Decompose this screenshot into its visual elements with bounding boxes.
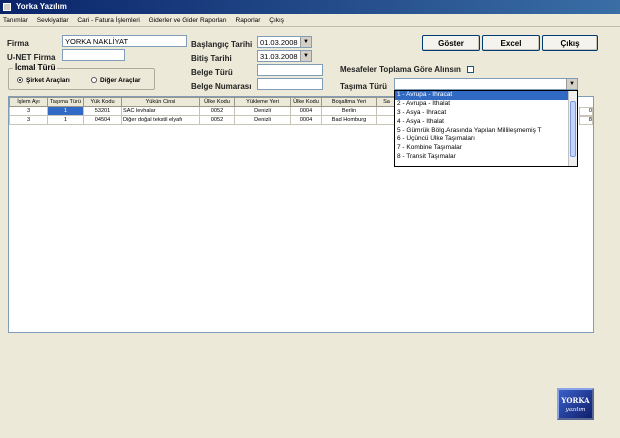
dropdown-option[interactable]: 4 - Asya - İthalat — [395, 118, 577, 127]
dropdown-option[interactable]: 1 - Avrupa - İhracat — [395, 91, 577, 100]
cikis-button[interactable]: Çıkış — [542, 35, 598, 51]
column-header[interactable]: Ülke Kodu — [199, 97, 235, 107]
bitis-tarihi-value: 31.03.2008 — [260, 52, 298, 61]
table-cell[interactable]: 0004 — [290, 115, 322, 125]
dropdown-option[interactable]: 8 - Transit Taşımalar — [395, 153, 577, 162]
table-cell-selected[interactable]: 1 — [47, 106, 84, 116]
baslangic-tarihi-value: 01.03.2008 — [260, 38, 298, 47]
table-row[interactable]: 3 1 04504 Diğer doğal tekstil elyafı 005… — [9, 115, 397, 125]
firma-field[interactable]: YORKA NAKLİYAT — [62, 35, 187, 47]
unet-firma-field[interactable] — [62, 49, 125, 61]
table-cell[interactable]: Berlin — [321, 106, 377, 116]
scrollbar-thumb[interactable] — [570, 101, 576, 157]
table-row[interactable]: 3 1 53201 SAC levhalar 0052 Denizli 0004… — [9, 106, 397, 116]
table-cell[interactable]: 1 — [47, 115, 84, 125]
table-cell[interactable]: Diğer doğal tekstil elyafı — [121, 115, 200, 125]
belge-numarasi-field[interactable] — [257, 78, 323, 90]
menu-item-tanimlar[interactable]: Tanımlar — [3, 17, 28, 24]
dropdown-option[interactable]: 3 - Asya - İhracat — [395, 109, 577, 118]
radio-sirket-label: Şirket Araçları — [26, 77, 70, 84]
belge-turu-field[interactable] — [257, 64, 323, 76]
column-header[interactable]: Boşaltma Yeri — [321, 97, 377, 107]
table-cell[interactable]: Denizli — [234, 106, 291, 116]
icmal-legend: İcmal Türü — [13, 63, 58, 72]
table-cell[interactable]: Bad Homburg — [321, 115, 377, 125]
table-header-row: İşlem Ayı Taşıma Türü Yük Kodu Yükün Cin… — [9, 97, 397, 107]
tasima-turu-dropdown-list[interactable]: 1 - Avrupa - İhracat 2 - Avrupa - İthala… — [394, 90, 578, 167]
table-cell[interactable]: 0004 — [290, 106, 322, 116]
table-cell[interactable]: 0052 — [199, 106, 235, 116]
baslangic-tarihi-picker[interactable]: 01.03.2008 ▼ — [257, 36, 312, 48]
menu-bar: Tanımlar Sevkiyatlar Cari - Fatura İşlem… — [0, 14, 620, 27]
tasima-turu-label: Taşıma Türü — [340, 82, 387, 91]
chevron-down-icon[interactable]: ▼ — [300, 37, 311, 47]
dropdown-option[interactable]: 7 - Kombine Taşımalar — [395, 144, 577, 153]
mesafe-checkbox[interactable] — [467, 66, 474, 73]
belge-turu-label: Belge Türü — [191, 68, 233, 77]
radio-empty-icon — [91, 77, 97, 84]
bitis-tarihi-picker[interactable]: 31.03.2008 ▼ — [257, 50, 312, 62]
column-header[interactable]: Yük Kodu — [83, 97, 122, 107]
table-cell[interactable]: Denizli — [234, 115, 291, 125]
tasima-turu-combo[interactable]: ▼ — [394, 78, 578, 90]
logo-line1: YORKA — [561, 396, 590, 405]
app-icon — [3, 3, 11, 11]
table-cell-partial[interactable]: 0 — [579, 107, 593, 116]
results-table: İşlem Ayı Taşıma Türü Yük Kodu Yükün Cin… — [9, 97, 397, 125]
column-header[interactable]: Ülke Kodu — [290, 97, 322, 107]
menu-item-sevkiyatlar[interactable]: Sevkiyatlar — [37, 17, 69, 24]
column-header[interactable]: Taşıma Türü — [47, 97, 84, 107]
window-title: Yorka Yazılım — [16, 2, 67, 11]
radio-sirket-araclari[interactable]: Şirket Araçları — [17, 77, 70, 84]
table-cell[interactable]: 53201 — [83, 106, 122, 116]
logo-line2: yazılım — [565, 407, 586, 413]
radio-diger-araclar[interactable]: Diğer Araçlar — [91, 77, 141, 84]
chevron-down-icon[interactable]: ▼ — [566, 79, 577, 89]
table-cell[interactable]: 04504 — [83, 115, 122, 125]
table-cell[interactable]: 0052 — [199, 115, 235, 125]
menu-item-cari-fatura[interactable]: Cari - Fatura İşlemleri — [77, 17, 139, 24]
title-bar: Yorka Yazılım — [0, 0, 620, 14]
yorka-logo: YORKA yazılım — [557, 388, 594, 420]
table-cell[interactable]: SAC levhalar — [121, 106, 200, 116]
table-cell[interactable]: 3 — [9, 106, 48, 116]
excel-button[interactable]: Excel — [482, 35, 540, 51]
dropdown-scrollbar[interactable] — [568, 91, 577, 166]
goster-button[interactable]: Göster — [422, 35, 480, 51]
mesafe-label: Mesafeler Toplama Göre Alınsın — [340, 65, 461, 74]
icmal-group: İcmal Türü Şirket Araçları Diğer Araçlar — [8, 63, 155, 90]
belge-numarasi-label: Belge Numarası — [191, 82, 252, 91]
baslangic-tarihi-label: Başlangıç Tarihi — [191, 40, 253, 49]
menu-item-giderler[interactable]: Giderler ve Gider Raporları — [149, 17, 227, 24]
radio-selected-icon — [17, 77, 23, 84]
bitis-tarihi-label: Bitiş Tarihi — [191, 54, 232, 63]
table-cell-partial[interactable]: 8 — [579, 116, 593, 125]
dropdown-option[interactable]: 6 - Üçüncü Ülke Taşımaları — [395, 135, 577, 144]
menu-item-cikis[interactable]: Çıkış — [269, 17, 284, 24]
dropdown-option[interactable]: 5 - Gümrük Bölg.Arasında Yapılan Millile… — [395, 127, 577, 136]
column-header[interactable]: Yükün Cinsi — [121, 97, 200, 107]
column-header[interactable]: İşlem Ayı — [9, 97, 48, 107]
radio-diger-label: Diğer Araçlar — [100, 77, 141, 84]
chevron-down-icon[interactable]: ▼ — [300, 51, 311, 61]
dropdown-option[interactable]: 2 - Avrupa - İthalat — [395, 100, 577, 109]
column-header[interactable]: Yükleme Yeri — [234, 97, 291, 107]
menu-item-raporlar[interactable]: Raporlar — [236, 17, 261, 24]
firma-label: Firma — [7, 39, 29, 48]
unet-firma-label: U-NET Firma — [7, 53, 56, 62]
table-cell[interactable]: 3 — [9, 115, 48, 125]
